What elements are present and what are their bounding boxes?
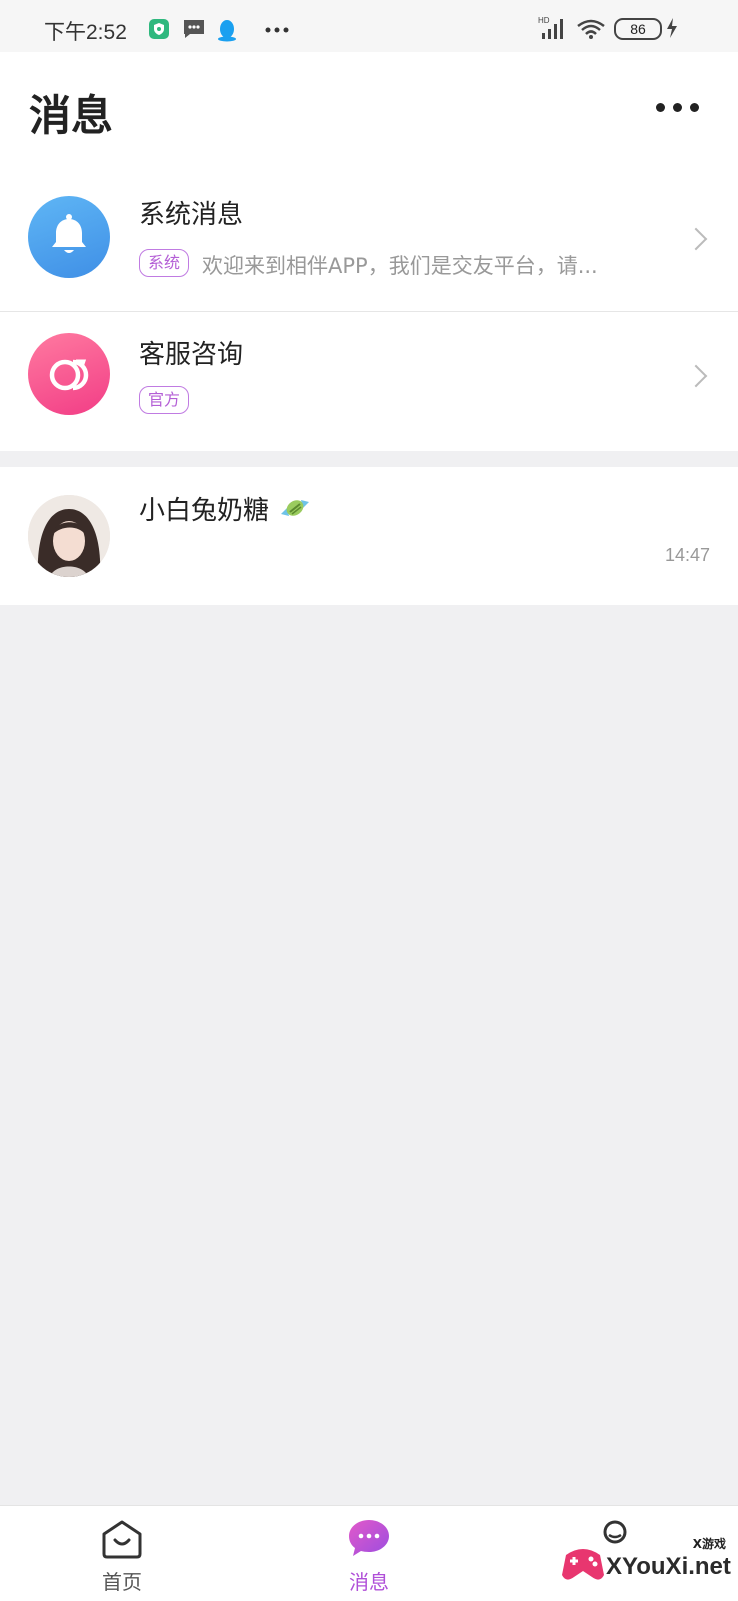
system-tag: 系统: [139, 249, 190, 277]
page-title: 消息: [29, 91, 114, 140]
home-icon: [102, 1520, 142, 1559]
signal-icon: HD: [538, 16, 568, 44]
customer-service-avatar: [28, 333, 110, 415]
watermark-brand: XYouXi.net: [606, 1553, 731, 1580]
bell-icon: [52, 214, 86, 253]
system-bell-avatar: [28, 196, 110, 278]
bottom-tab-bar: 首页 消息 X游戏 XYouXi.net: [0, 1505, 738, 1601]
dot-icon: [673, 103, 682, 112]
more-notifications-icon: [264, 20, 290, 39]
charging-icon: [666, 18, 678, 42]
chat-bubble-icon: [349, 1520, 389, 1556]
official-tag: 官方: [139, 386, 190, 414]
qq-icon: [216, 18, 238, 46]
watermark-sub: X游戏: [692, 1537, 726, 1551]
avatar: [28, 495, 110, 577]
tab-home-label: 首页: [102, 1570, 142, 1594]
watermark-logo: X游戏 XYouXi.net: [560, 1531, 731, 1591]
system-message-preview: 欢迎来到相伴APP，我们是交友平台，请...: [202, 254, 598, 278]
chat-row[interactable]: 小白兔奶糖 14:47: [0, 467, 738, 605]
dot-icon: [656, 103, 665, 112]
svg-text:HD: HD: [538, 16, 550, 25]
candy-icon: [279, 494, 311, 529]
customer-service-row[interactable]: 客服咨询 官方: [0, 312, 738, 451]
chevron-right-icon: [684, 227, 708, 251]
gamepad-logo-icon: [562, 1549, 604, 1580]
user-photo-icon: [28, 495, 110, 577]
system-message-row[interactable]: 系统消息 系统 欢迎来到相伴APP，我们是交友平台，请...: [0, 166, 738, 312]
tab-home[interactable]: 首页: [52, 1506, 192, 1601]
system-message-title: 系统消息: [139, 200, 244, 230]
battery-icon: 86: [614, 18, 662, 40]
chevron-right-icon: [684, 364, 708, 388]
chat-contact-name: 小白兔奶糖: [139, 490, 311, 529]
dot-icon: [690, 103, 699, 112]
header: 消息: [0, 52, 738, 166]
message-app-icon: [182, 18, 206, 44]
tab-messages[interactable]: 消息: [299, 1506, 439, 1601]
chat-contact-name-text: 小白兔奶糖: [139, 496, 270, 526]
status-bar: 下午2:52 HD 86: [0, 0, 738, 52]
rings-icon: [49, 359, 89, 391]
status-time: 下午2:52: [44, 21, 127, 44]
status-right: HD 86: [538, 16, 708, 40]
more-options-button[interactable]: [656, 97, 708, 117]
customer-service-title: 客服咨询: [139, 340, 244, 370]
tab-messages-label: 消息: [349, 1570, 389, 1594]
chat-time: 14:47: [664, 545, 710, 565]
wifi-icon: [576, 18, 606, 44]
shield-app-icon: [148, 18, 170, 44]
